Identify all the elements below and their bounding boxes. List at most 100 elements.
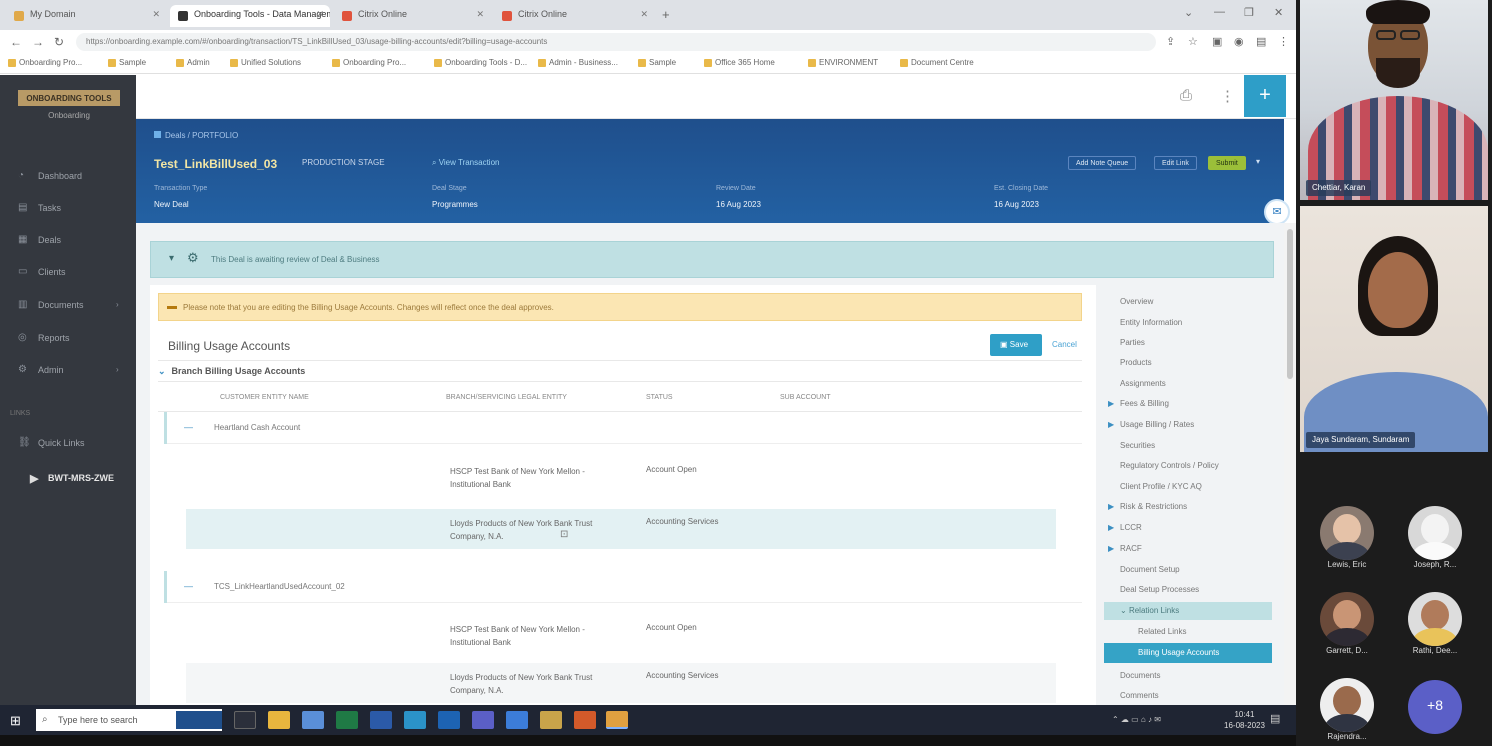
close-tab-icon[interactable]: ✕: [316, 9, 324, 20]
print-icon[interactable]: ⎙: [1180, 87, 1192, 104]
sidebar-item-tasks[interactable]: ▤ Tasks: [18, 202, 61, 213]
section-nav-item[interactable]: Comments: [1120, 691, 1159, 700]
close-tab-icon[interactable]: ✕: [152, 9, 160, 20]
section-nav-item[interactable]: Overview: [1120, 297, 1153, 306]
table-row[interactable]: HSCP Test Bank of New York Mellon - Inst…: [186, 457, 1056, 497]
bookmark-item[interactable]: Onboarding Pro...: [8, 58, 82, 67]
word-icon[interactable]: [370, 711, 392, 729]
browser-tab[interactable]: Citrix Online ✕: [334, 5, 490, 27]
table-row[interactable]: Lloyds Products of New York Bank Trust C…: [186, 509, 1056, 549]
video-tile-presenter[interactable]: Chettiar, Karan: [1300, 0, 1488, 200]
sidebar-item-documents[interactable]: ▥ Documents ›: [18, 299, 119, 310]
chevron-down-icon[interactable]: ▾: [169, 253, 174, 264]
bookmark-item[interactable]: ENVIRONMENT: [808, 58, 878, 67]
add-note-queue-button[interactable]: Add Note Queue: [1068, 156, 1137, 170]
participant-avatar[interactable]: [1408, 506, 1462, 560]
view-transaction-link[interactable]: ⌕ View Transaction: [432, 158, 499, 168]
cancel-button[interactable]: Cancel: [1052, 340, 1077, 349]
sidebar-item-deals[interactable]: ▦ Deals: [18, 234, 61, 245]
collapse-icon[interactable]: —: [184, 422, 193, 432]
app-logo[interactable]: ONBOARDING TOOLS: [18, 90, 120, 106]
breadcrumb[interactable]: Deals / PORTFOLIO: [154, 131, 238, 140]
bookmark-item[interactable]: Sample: [108, 58, 146, 67]
minimize-icon[interactable]: —: [1214, 6, 1225, 18]
edit-link-button[interactable]: Edit Link: [1154, 156, 1197, 170]
bookmark-item[interactable]: Onboarding Tools - D...: [434, 58, 527, 67]
more-participants-button[interactable]: +8: [1408, 680, 1462, 734]
section-nav-subitem[interactable]: Related Links: [1138, 627, 1186, 636]
excel-icon[interactable]: [336, 711, 358, 729]
tab-search-icon[interactable]: ⌄: [1184, 6, 1193, 19]
section-nav-item[interactable]: ▶ LCCR: [1108, 523, 1142, 532]
file-explorer-icon[interactable]: [268, 711, 290, 729]
section-nav-item[interactable]: ▶ Risk & Restrictions: [1108, 502, 1187, 511]
forward-icon[interactable]: →: [32, 35, 44, 49]
teams-icon[interactable]: [472, 711, 494, 729]
participant-avatar[interactable]: [1320, 592, 1374, 646]
section-nav-item-active[interactable]: Billing Usage Accounts: [1104, 643, 1272, 663]
section-nav-item[interactable]: ▶ Usage Billing / Rates: [1108, 420, 1194, 429]
task-view-icon[interactable]: [234, 711, 256, 729]
taskbar-clock[interactable]: 10:41 16-08-2023: [1224, 709, 1265, 731]
account-group[interactable]: — Heartland Cash Account: [164, 412, 1082, 444]
sidebar-user[interactable]: ▶ BWT-MRS-ZWE: [30, 473, 114, 485]
video-tile-participant[interactable]: Jaya Sundaram, Sundaram: [1300, 206, 1488, 452]
bookmark-item[interactable]: Sample: [638, 58, 676, 67]
sidebar-item-admin[interactable]: ⚙ Admin ›: [18, 364, 119, 375]
collapse-icon[interactable]: —: [184, 581, 193, 591]
close-window-icon[interactable]: ✕: [1274, 6, 1283, 19]
powerpoint-icon[interactable]: [574, 711, 596, 729]
url-input[interactable]: https://onboarding.example.com/#/onboard…: [76, 33, 1156, 51]
browser-tab[interactable]: My Domain ✕: [6, 5, 166, 27]
section-nav-item[interactable]: Securities: [1120, 441, 1155, 450]
windows-start-icon[interactable]: ⊞: [10, 713, 21, 729]
sidebar-item-quick-links[interactable]: ⛓ Quick Links: [18, 437, 85, 448]
account-group[interactable]: — TCS_LinkHeartlandUsedAccount_02: [164, 571, 1082, 603]
menu-kebab-icon[interactable]: ⋮: [1278, 35, 1289, 48]
reload-icon[interactable]: ↻: [54, 35, 64, 49]
edge-browser-icon[interactable]: [302, 711, 324, 729]
share-icon[interactable]: ⇪: [1166, 35, 1175, 48]
section-nav-item[interactable]: ▶ Fees & Billing: [1108, 399, 1169, 408]
section-nav-item[interactable]: Products: [1120, 358, 1152, 367]
split-icon[interactable]: ▤: [1256, 35, 1266, 48]
maximize-icon[interactable]: ❐: [1244, 6, 1254, 19]
new-tab-icon[interactable]: +: [662, 7, 670, 22]
scrollbar-thumb[interactable]: [1287, 229, 1293, 379]
bookmark-item[interactable]: Admin: [176, 58, 210, 67]
browser-tab-active[interactable]: Onboarding Tools - Data Management ✕: [170, 5, 330, 27]
close-tab-icon[interactable]: ✕: [640, 9, 648, 20]
back-icon[interactable]: ←: [10, 35, 22, 49]
bookmark-item[interactable]: Onboarding Pro...: [332, 58, 406, 67]
table-row[interactable]: HSCP Test Bank of New York Mellon - Inst…: [186, 615, 1056, 655]
section-nav-item[interactable]: ▶ RACF: [1108, 544, 1142, 553]
bookmark-item[interactable]: Office 365 Home: [704, 58, 775, 67]
section-nav-item[interactable]: Client Profile / KYC AQ: [1120, 482, 1202, 491]
participant-avatar[interactable]: [1320, 506, 1374, 560]
add-button[interactable]: +: [1244, 75, 1286, 117]
section-nav-item[interactable]: Documents: [1120, 671, 1160, 680]
submit-button[interactable]: Submit: [1208, 156, 1246, 170]
app-icon[interactable]: [506, 711, 528, 729]
browser-tab[interactable]: Citrix Online ✕: [494, 5, 654, 27]
sidebar-item-reports[interactable]: ◎ Reports: [18, 332, 70, 343]
page-scrollbar[interactable]: [1284, 223, 1296, 705]
notifications-icon[interactable]: ▤: [1270, 712, 1280, 725]
section-nav-item[interactable]: Parties: [1120, 338, 1145, 347]
sidebar-item-dashboard[interactable]: ◔ Dashboard: [18, 170, 82, 181]
bookmark-item[interactable]: Document Centre: [900, 58, 974, 67]
outlook-icon[interactable]: [438, 711, 460, 729]
section-nav-item[interactable]: Regulatory Controls / Policy: [1120, 461, 1219, 470]
chat-icon[interactable]: ✉: [1264, 199, 1290, 225]
extension-icon[interactable]: ▣: [1212, 35, 1222, 48]
subsection-title[interactable]: ⌄ Branch Billing Usage Accounts: [158, 366, 305, 377]
section-nav-item[interactable]: Document Setup: [1120, 565, 1180, 574]
table-row[interactable]: Lloyds Products of New York Bank Trust C…: [186, 663, 1056, 703]
app-icon[interactable]: [540, 711, 562, 729]
chrome-icon[interactable]: [606, 711, 628, 729]
chevron-down-icon[interactable]: ▾: [1256, 157, 1260, 166]
section-nav-item-expanded[interactable]: ⌄ Relation Links: [1104, 602, 1272, 620]
profile-icon[interactable]: ◉: [1234, 35, 1244, 48]
section-nav-item[interactable]: Assignments: [1120, 379, 1166, 388]
system-tray-icons[interactable]: ⌃ ☁ ▭ ⌂ ♪ ✉: [1112, 715, 1161, 724]
